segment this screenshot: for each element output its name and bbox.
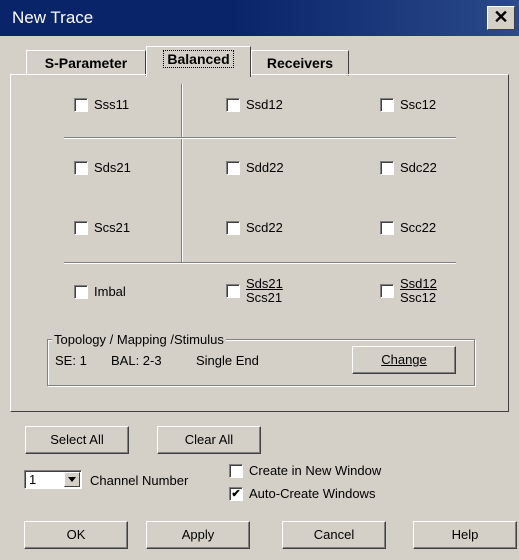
tab-label: Balanced xyxy=(163,50,234,68)
select-all-button[interactable]: Select All xyxy=(25,426,129,454)
cancel-button[interactable]: Cancel xyxy=(282,521,386,549)
checkbox-label: Sss11 xyxy=(94,97,130,112)
checkbox-ssd12[interactable]: Ssd12 xyxy=(226,97,283,112)
checkbox-box[interactable] xyxy=(74,220,88,235)
checkbox-label: Scs21 xyxy=(94,220,131,235)
checkbox-sds21[interactable]: Sds21 xyxy=(74,160,131,175)
checkbox-label: Scd22 xyxy=(246,220,283,235)
checkbox-label: Create in New Window xyxy=(249,463,382,478)
checkbox-sdd22[interactable]: Sdd22 xyxy=(226,160,284,175)
channel-number-select[interactable]: 1 xyxy=(24,470,82,489)
checkbox-box[interactable] xyxy=(226,284,240,298)
checkbox-label: Auto-Create Windows xyxy=(249,486,376,501)
window-title: New Trace xyxy=(12,8,94,27)
checkbox-ssc12[interactable]: Ssc12 xyxy=(380,97,436,112)
title-bar: New Trace ✕ xyxy=(0,0,519,36)
bal-ports: BAL: 2-3 xyxy=(111,353,162,368)
checkbox-sss11[interactable]: Sss11 xyxy=(74,97,129,112)
checkbox-box[interactable] xyxy=(226,220,240,235)
change-label: Change xyxy=(381,352,427,367)
ratio-numerator: Sds21 xyxy=(246,276,283,291)
checkbox-box[interactable] xyxy=(74,284,88,299)
ok-button[interactable]: OK xyxy=(24,521,128,549)
tab-s-parameter[interactable]: S-Parameter xyxy=(26,50,146,76)
apply-button[interactable]: Apply xyxy=(146,521,250,549)
channel-number-label: Channel Number xyxy=(90,473,189,488)
clear-all-button[interactable]: Clear All xyxy=(157,426,261,454)
grid-divider xyxy=(181,84,183,262)
checkbox-box[interactable] xyxy=(380,97,394,112)
checkbox-box[interactable] xyxy=(380,284,394,298)
cancel-label: Cancel xyxy=(313,527,355,542)
checkbox-auto-create-windows[interactable]: ✔ Auto-Create Windows xyxy=(229,486,375,501)
ratio-label: Sds21 Scs21 xyxy=(246,277,283,305)
checkbox-sds21-scs21[interactable]: Sds21 Scs21 xyxy=(226,277,283,305)
tab-label: S-Parameter xyxy=(44,55,128,71)
close-button[interactable]: ✕ xyxy=(487,6,515,30)
stimulus-mode: Single End xyxy=(196,353,259,368)
checkbox-box[interactable] xyxy=(380,220,394,235)
checkbox-ssd12-ssc12[interactable]: Ssd12 Ssc12 xyxy=(380,277,437,305)
checkbox-create-new-window[interactable]: Create in New Window xyxy=(229,463,381,478)
tab-balanced[interactable]: Balanced xyxy=(146,46,251,77)
checkbox-sdc22[interactable]: Sdc22 xyxy=(380,160,437,175)
change-button[interactable]: Change xyxy=(352,346,456,374)
checkbox-box[interactable] xyxy=(74,97,88,112)
checkbox-label: Ssd12 xyxy=(246,97,283,112)
checkbox-label: Sdc22 xyxy=(400,160,437,175)
checkmark-icon[interactable]: ✔ xyxy=(229,486,243,501)
se-port: SE: 1 xyxy=(55,353,87,368)
checkbox-label: Sds21 xyxy=(94,160,131,175)
help-label: Help xyxy=(451,527,479,542)
tab-receivers[interactable]: Receivers xyxy=(251,50,349,76)
checkbox-box[interactable] xyxy=(226,160,240,175)
select-all-label: Select All xyxy=(50,432,104,447)
tab-label: Receivers xyxy=(266,55,334,71)
grid-divider xyxy=(64,137,456,139)
checkbox-box[interactable] xyxy=(226,97,240,112)
help-button[interactable]: Help xyxy=(413,521,517,549)
checkbox-box[interactable] xyxy=(380,160,394,175)
checkbox-scs21[interactable]: Scs21 xyxy=(74,220,130,235)
checkbox-scd22[interactable]: Scd22 xyxy=(226,220,283,235)
topology-group-label: Topology / Mapping /Stimulus xyxy=(52,332,226,347)
checkbox-scc22[interactable]: Scc22 xyxy=(380,220,436,235)
apply-label: Apply xyxy=(181,527,215,542)
clear-all-label: Clear All xyxy=(184,432,234,447)
ratio-numerator: Ssd12 xyxy=(400,276,437,291)
ok-label: OK xyxy=(66,527,86,542)
checkbox-box[interactable] xyxy=(74,160,88,175)
grid-divider xyxy=(64,262,456,264)
checkbox-label: Scc22 xyxy=(400,220,437,235)
checkbox-imbal[interactable]: Imbal xyxy=(74,284,126,299)
checkbox-label: Sdd22 xyxy=(246,160,284,175)
checkbox-box[interactable] xyxy=(229,463,243,478)
ratio-label: Ssd12 Ssc12 xyxy=(400,277,437,305)
ratio-denominator: Ssc12 xyxy=(400,290,437,305)
checkbox-label: Ssc12 xyxy=(400,97,437,112)
channel-number-value: 1 xyxy=(29,472,37,487)
chevron-down-icon[interactable] xyxy=(64,472,80,487)
checkbox-label: Imbal xyxy=(94,284,126,299)
ratio-denominator: Scs21 xyxy=(246,290,283,305)
